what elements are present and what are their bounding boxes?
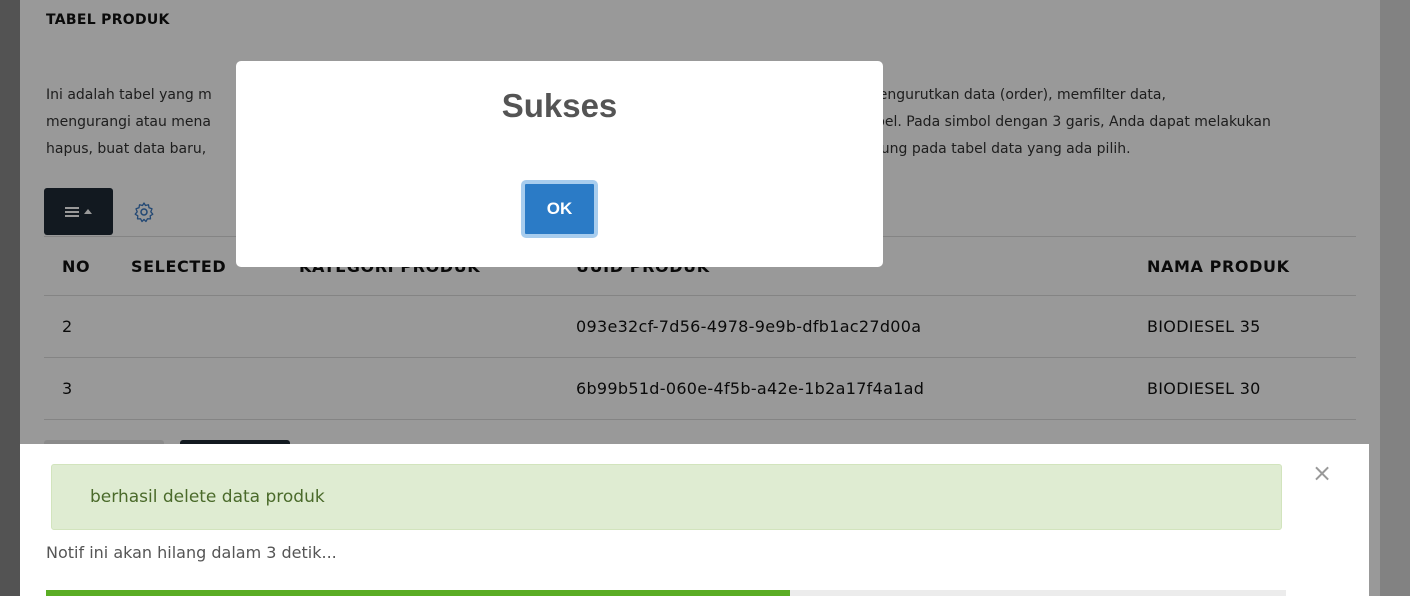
ok-button[interactable]: OK — [521, 180, 598, 238]
countdown-text: Notif ini akan hilang dalam 3 detik... — [46, 543, 337, 562]
close-icon[interactable]: × — [1311, 461, 1333, 485]
countdown-progress — [46, 590, 1286, 596]
success-alert: berhasil delete data produk — [51, 464, 1282, 530]
modal-title: Sukses — [501, 87, 618, 124]
countdown-progress-fill — [46, 590, 790, 596]
success-modal: Sukses OK — [236, 61, 883, 267]
notification-panel: berhasil delete data produk × Notif ini … — [20, 444, 1369, 596]
